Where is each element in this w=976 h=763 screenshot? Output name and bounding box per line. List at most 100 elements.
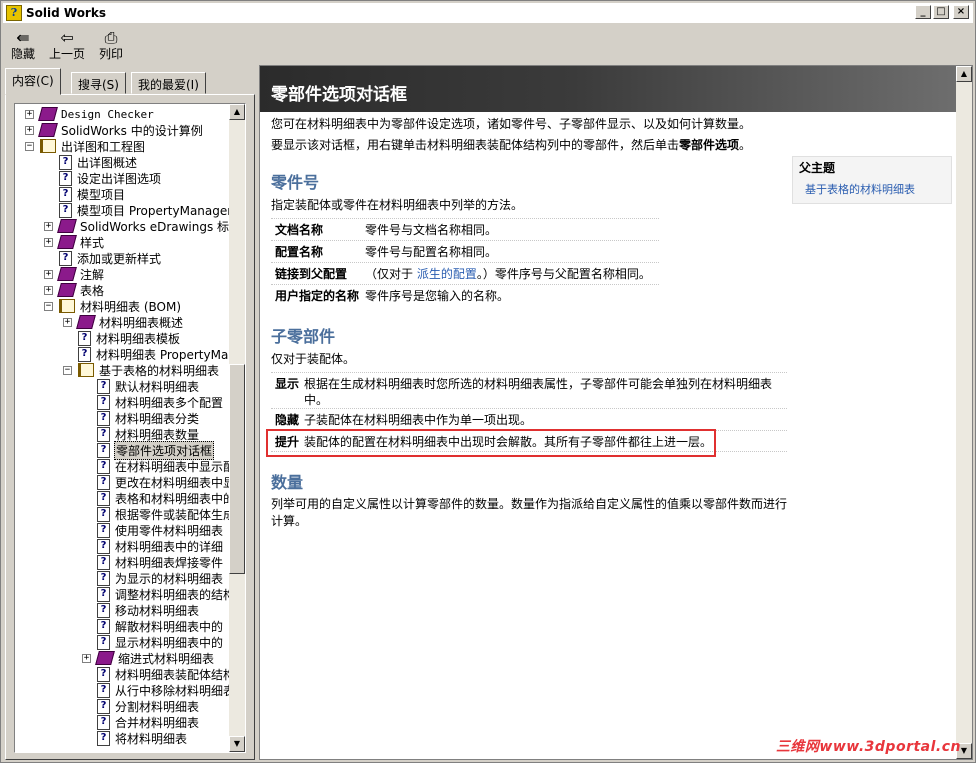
tree-node[interactable]: ? 添加或更新样式 [44, 250, 162, 266]
contents-tree: + Design Checker + SolidWorks 中的设计算例 − 出详图和工程… [14, 103, 246, 753]
print-button[interactable]: ⎙ 列印 [99, 29, 123, 64]
closed-book-icon [57, 283, 77, 297]
tree-node[interactable]: ? 在材料明细表中显示配置 [82, 458, 229, 474]
tree-node[interactable]: ? 为显示的材料明细表 [82, 570, 224, 586]
tree-node[interactable]: ? 材料明细表装配体结构 [82, 666, 229, 682]
parent-topic-box: 父主题 基于表格的材料明细表 [792, 156, 952, 204]
tree-node[interactable]: + 材料明细表概述 [63, 314, 184, 330]
topic-scroll-up-arrow[interactable]: ▲ [956, 66, 972, 82]
tree-node-label: 将材料明细表 [115, 731, 188, 746]
tree-node[interactable]: ? 材料明细表中的详细 [82, 538, 224, 554]
navigation-pane: 内容(C) 搜寻(S) 我的最爱(I) + Design Checker + Soli… [5, 68, 255, 760]
tree-node[interactable]: + Design Checker [25, 106, 155, 122]
tree-node[interactable]: ? 设定出详图选项 [44, 170, 162, 186]
tree-node[interactable]: ? 从行中移除材料明细表 [82, 682, 229, 698]
tree-node[interactable]: + 样式 [44, 234, 105, 250]
intro-2-post: 。 [739, 138, 752, 152]
tree-node[interactable]: ? 默认材料明细表 [82, 378, 200, 394]
minimize-button[interactable]: _ [915, 5, 931, 19]
tree-node[interactable]: ? 使用零件材料明细表 [82, 522, 224, 538]
scroll-up-arrow[interactable]: ▲ [229, 104, 245, 120]
tree-node-label: 调整材料明细表的结构 [115, 587, 229, 602]
expand-icon[interactable]: + [82, 653, 91, 663]
tree-node[interactable]: − 材料明细表 (BOM) [44, 298, 182, 314]
help-page-icon: ? [97, 698, 110, 714]
tree-node[interactable]: ? 材料明细表模板 [63, 330, 181, 346]
row-value: 零件号与配置名称相同。 [365, 245, 498, 259]
expand-icon[interactable]: + [63, 317, 72, 327]
expand-icon[interactable]: + [25, 125, 34, 135]
tree-node-label: 更改在材料明细表中显示 [115, 475, 229, 490]
tree-node[interactable]: ? 将材料明细表 [82, 730, 188, 746]
tree-node-label: SolidWorks eDrawings 标注 [80, 219, 229, 234]
close-button[interactable]: × [953, 5, 969, 19]
collapse-icon[interactable]: − [63, 365, 72, 375]
expand-icon[interactable]: + [25, 109, 34, 119]
tree-node[interactable]: ? 合并材料明细表 [82, 714, 200, 730]
tree-node[interactable]: ? 材料明细表分类 [82, 410, 200, 426]
help-page-icon: ? [59, 186, 72, 202]
hide-button[interactable]: ⇚ 隐藏 [11, 29, 35, 64]
collapse-icon[interactable]: − [44, 301, 53, 311]
tree-node-label: Design Checker [61, 107, 154, 121]
tree-node[interactable]: − 出详图和工程图 [25, 138, 146, 154]
topic-scrollbar[interactable]: ▲ ▼ [956, 66, 972, 759]
tree-node[interactable]: ? 材料明细表焊接零件 [82, 554, 224, 570]
tree-node-label: 为显示的材料明细表 [115, 571, 224, 586]
title-bar[interactable]: ? Solid Works _ □ × [3, 3, 973, 23]
quantity-desc: 列举可用的自定义属性以计算零部件的数量。数量作为指派给自定义属性的值乘以零部件数… [271, 497, 788, 528]
window-title: Solid Works [26, 6, 106, 20]
tree-node[interactable]: ? 表格和材料明细表中的 [82, 490, 229, 506]
scroll-down-arrow[interactable]: ▼ [229, 736, 245, 752]
tree-node[interactable]: + 注解 [44, 266, 105, 282]
help-page-icon: ? [97, 714, 110, 730]
tree-node[interactable]: ? 出详图概述 [44, 154, 138, 170]
tree-node[interactable]: ? 零部件选项对话框 [82, 440, 215, 460]
closed-book-icon [57, 219, 77, 233]
topic-header: 零部件选项对话框 [260, 66, 958, 112]
tree-node[interactable]: ? 移动材料明细表 [82, 602, 200, 618]
tree-node[interactable]: − 基于表格的材料明细表 [63, 362, 220, 378]
expand-icon[interactable]: + [44, 221, 53, 231]
back-button[interactable]: ⇦ 上一页 [49, 29, 85, 64]
tree-node[interactable]: + 缩进式材料明细表 [82, 650, 215, 666]
tab-favorites[interactable]: 我的最爱(I) [131, 72, 206, 94]
tree-node-label: 材料明细表装配体结构 [115, 667, 229, 682]
tree-scrollbar[interactable]: ▲ ▼ [229, 104, 245, 752]
closed-book-icon [95, 651, 115, 665]
help-page-icon: ? [78, 330, 91, 346]
tree-node[interactable]: ? 材料明细表多个配置 [82, 394, 224, 410]
tree-node[interactable]: ? 显示材料明细表中的 [82, 634, 224, 650]
tab-contents[interactable]: 内容(C) [5, 68, 61, 95]
tree-node[interactable]: ? 模型项目 PropertyManager [44, 202, 229, 218]
tree-node[interactable]: ? 根据零件或装配体生成 [82, 506, 229, 522]
tree-node-label: 材料明细表 PropertyManager [96, 347, 229, 362]
derived-config-link[interactable]: 派生的配置 [417, 267, 477, 281]
row-key: 隐藏 [275, 413, 300, 427]
tree-node[interactable]: ? 更改在材料明细表中显示 [82, 474, 229, 490]
help-page-icon: ? [59, 202, 72, 218]
expand-icon[interactable]: + [44, 237, 53, 247]
tree-node[interactable]: ? 模型项目 [44, 186, 126, 202]
tab-search[interactable]: 搜寻(S) [71, 72, 126, 94]
help-page-icon: ? [97, 634, 110, 650]
tree-node-label: 从行中移除材料明细表 [115, 683, 229, 698]
maximize-button[interactable]: □ [933, 5, 949, 19]
row-value: 零件序号是您输入的名称。 [365, 289, 510, 303]
expand-icon[interactable]: + [44, 269, 53, 279]
tree-node[interactable]: + SolidWorks 中的设计算例 [25, 122, 204, 138]
expand-icon[interactable]: + [44, 285, 53, 295]
tree-node-label: 出详图和工程图 [61, 139, 146, 154]
tree-node[interactable]: + 表格 [44, 282, 105, 298]
row-key: 链接到父配置 [275, 267, 348, 281]
tree-node[interactable]: ? 材料明细表 PropertyManager [63, 346, 229, 362]
help-page-icon: ? [97, 442, 110, 458]
collapse-icon[interactable]: − [25, 141, 34, 151]
tree-node[interactable]: + SolidWorks eDrawings 标注 [44, 218, 229, 234]
scroll-thumb[interactable] [229, 364, 245, 574]
tree-node[interactable]: ? 分割材料明细表 [82, 698, 200, 714]
tree-node[interactable]: ? 调整材料明细表的结构 [82, 586, 229, 602]
parent-topic-link[interactable]: 基于表格的材料明细表 [805, 181, 915, 197]
tree-node[interactable]: ? 解散材料明细表中的 [82, 618, 224, 634]
tree-node-label: 设定出详图选项 [77, 171, 162, 186]
